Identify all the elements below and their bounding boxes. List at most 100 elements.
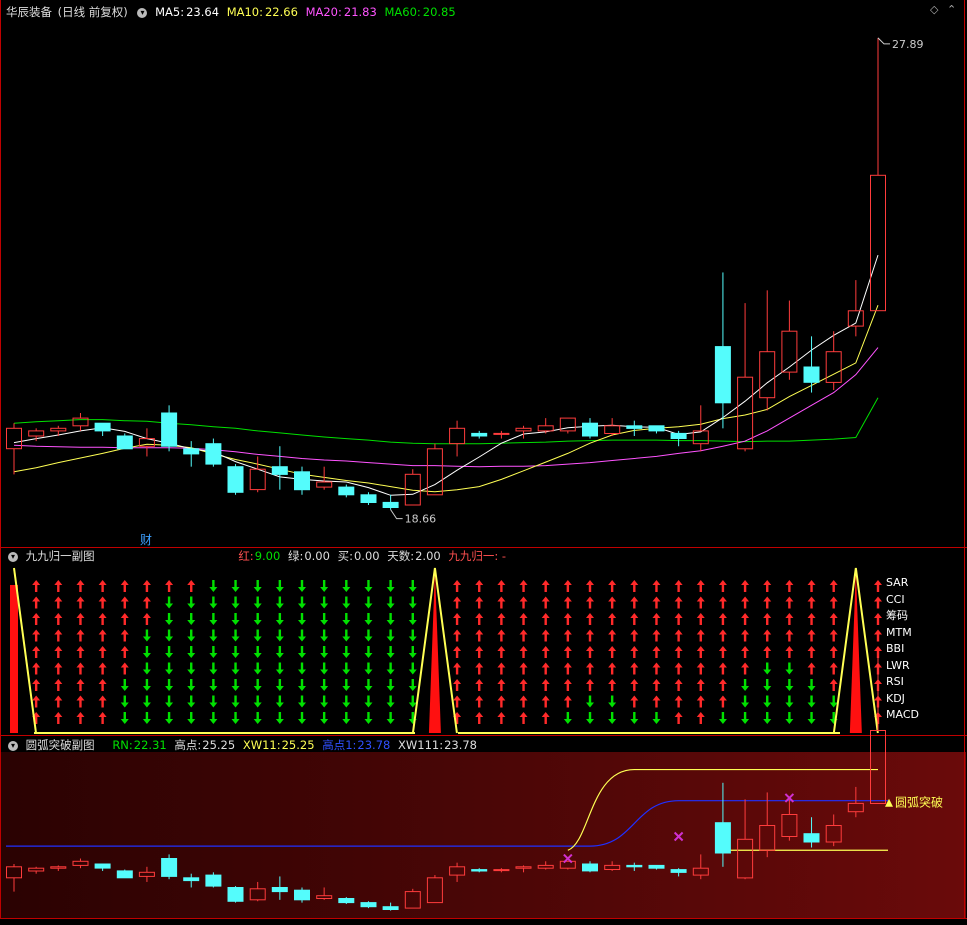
up-arrow <box>76 596 85 609</box>
up-arrow <box>696 712 705 724</box>
up-arrow <box>696 646 705 658</box>
up-arrow <box>674 695 683 708</box>
up-arrow <box>76 695 85 708</box>
candle-body <box>648 425 665 432</box>
down-arrow <box>275 712 284 724</box>
up-arrow <box>829 629 838 642</box>
up-arrow <box>785 629 794 642</box>
up-arrow <box>586 613 594 625</box>
up-arrow <box>586 646 594 658</box>
up-arrow <box>497 712 506 724</box>
buy-label: 买: <box>337 549 353 563</box>
down-arrow <box>320 695 329 708</box>
indicator-item: MTM <box>886 625 912 639</box>
candle-body <box>294 471 310 491</box>
down-arrow <box>320 629 329 642</box>
up-arrow <box>453 646 462 658</box>
highpoint-value: 25.25 <box>202 738 236 752</box>
down-arrow <box>275 580 284 592</box>
diamond-icon[interactable]: ◇ <box>930 3 938 16</box>
candle-body <box>825 351 842 383</box>
down-arrow <box>253 580 262 592</box>
up-arrow <box>54 646 63 658</box>
down-arrow <box>253 613 262 625</box>
down-arrow <box>253 712 262 724</box>
sub1-title[interactable]: 九九归一副图 <box>26 549 95 563</box>
down-arrow <box>298 596 306 609</box>
up-arrow <box>541 646 550 658</box>
candle-body <box>449 427 466 445</box>
down-arrow <box>231 712 240 724</box>
down-arrow <box>209 646 218 658</box>
down-arrow <box>209 580 218 592</box>
sub2-header: ▾ 圆弧突破副图 RN:22.31 高点:25.25 XW11:25.25 高点… <box>6 737 481 753</box>
low-pointer <box>390 509 403 520</box>
stock-title[interactable]: 华辰装备 <box>6 5 52 19</box>
red-value: 9.00 <box>254 549 281 563</box>
sub2-candle-body <box>626 864 643 868</box>
chevron-down-icon[interactable]: ▾ <box>8 740 18 751</box>
days-value: 2.00 <box>415 549 441 563</box>
up-arrow <box>475 662 484 675</box>
sub2-candle-body <box>205 874 222 887</box>
chevron-up-icon[interactable]: ⌃ <box>947 3 956 16</box>
down-arrow <box>342 613 351 625</box>
up-arrow <box>630 695 639 708</box>
candle-body <box>714 346 731 404</box>
down-arrow <box>364 695 373 708</box>
up-arrow <box>696 580 705 592</box>
down-arrow <box>386 580 395 592</box>
up-arrow <box>32 613 41 625</box>
up-arrow <box>98 646 107 658</box>
chevron-down-icon[interactable]: ▾ <box>137 7 148 18</box>
up-arrow <box>541 613 550 625</box>
up-arrow <box>519 596 528 609</box>
up-arrow <box>475 679 484 691</box>
down-arrow <box>342 580 351 592</box>
chevron-down-icon[interactable]: ▾ <box>8 551 18 562</box>
down-arrow <box>253 596 262 609</box>
up-arrow <box>98 679 107 691</box>
up-arrow <box>98 580 107 592</box>
up-arrow <box>497 629 506 642</box>
down-arrow <box>408 679 417 691</box>
up-arrow <box>630 646 639 658</box>
ma20-value: 21.83 <box>343 5 377 19</box>
down-arrow <box>785 712 794 724</box>
candle-body <box>426 448 443 496</box>
candle-body <box>670 432 687 439</box>
down-arrow <box>275 662 284 675</box>
down-arrow <box>187 646 196 658</box>
down-arrow <box>563 712 572 724</box>
sub2-candle-body <box>183 877 200 882</box>
up-arrow <box>453 679 462 691</box>
candle-body <box>537 425 554 432</box>
up-arrow <box>829 596 838 609</box>
up-arrow <box>54 629 63 642</box>
up-arrow <box>519 679 528 691</box>
sub2-title[interactable]: 圆弧突破副图 <box>26 738 95 752</box>
down-arrow <box>253 695 262 708</box>
high-label: 27.89 <box>892 38 924 51</box>
up-arrow <box>608 629 617 642</box>
up-arrow <box>453 613 462 625</box>
up-arrow <box>563 613 572 625</box>
sub2-background <box>0 752 966 918</box>
up-arrow <box>718 596 727 609</box>
down-arrow <box>386 679 395 691</box>
down-arrow <box>120 679 129 691</box>
red-label: 红: <box>238 549 254 563</box>
down-arrow <box>652 712 661 724</box>
up-arrow <box>807 580 816 592</box>
down-arrow <box>298 695 306 708</box>
up-arrow <box>475 596 484 609</box>
up-arrow <box>608 662 617 675</box>
up-arrow <box>608 580 617 592</box>
down-arrow <box>298 613 306 625</box>
down-arrow <box>364 712 373 724</box>
green-value: 0.00 <box>304 549 330 563</box>
down-arrow <box>364 662 373 675</box>
candle-body <box>183 448 200 455</box>
up-arrow <box>98 662 107 675</box>
sub2-candle-body <box>271 887 288 893</box>
